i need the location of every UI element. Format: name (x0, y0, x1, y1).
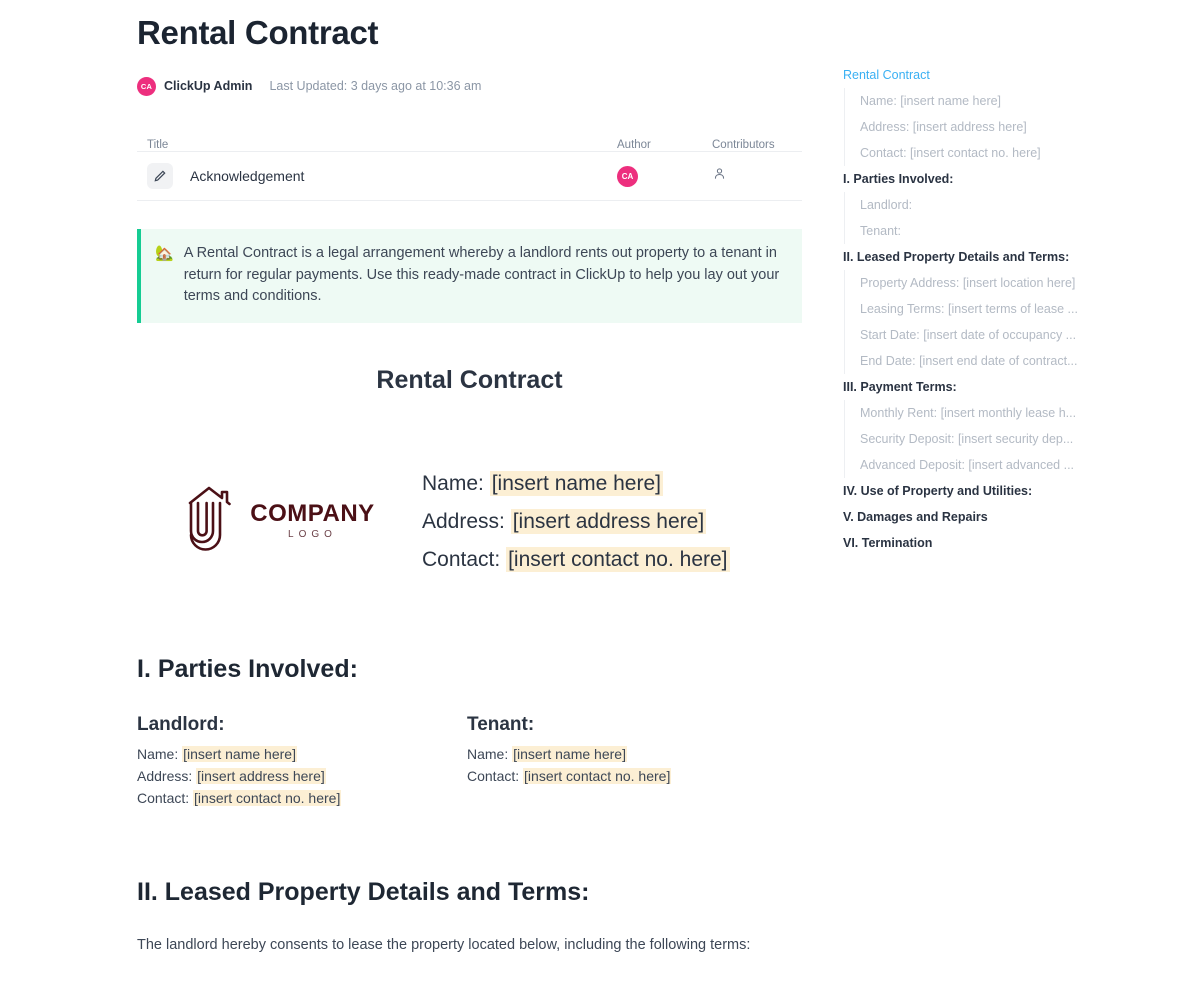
tenant-name-value[interactable]: [insert name here] (512, 745, 627, 762)
outline-item[interactable]: Name: [insert name here] (844, 88, 1093, 114)
outline-item[interactable]: Monthly Rent: [insert monthly lease h... (844, 400, 1093, 426)
outline-item[interactable]: End Date: [insert end date of contract..… (844, 348, 1093, 374)
outline-item[interactable]: II. Leased Property Details and Terms: (843, 244, 1093, 270)
letterhead-address-label: Address: (422, 509, 505, 533)
section-2-paragraph: The landlord hereby consents to lease th… (137, 936, 751, 953)
author-name: ClickUp Admin (164, 79, 253, 93)
letterhead-name-label: Name: (422, 471, 484, 495)
column-header-title[interactable]: Title (137, 139, 617, 151)
letterhead-name-line: Name: [insert name here] (422, 470, 730, 496)
cell-title[interactable]: Acknowledgement (137, 163, 617, 189)
landlord-address-line: Address: [insert address here] (137, 765, 467, 787)
outline-item[interactable]: Security Deposit: [insert security dep..… (844, 426, 1093, 452)
outline-item[interactable]: V. Damages and Repairs (843, 504, 1093, 530)
table-header-row: Title Author Contributors (137, 126, 802, 152)
pencil-icon (147, 163, 173, 189)
tenant-name-label: Name: (467, 745, 509, 762)
letterhead-contact-line: Contact: [insert contact no. here] (422, 546, 730, 572)
outline-item[interactable]: III. Payment Terms: (843, 374, 1093, 400)
author-avatar[interactable]: CA (617, 165, 638, 187)
tenant-contact-label: Contact: (467, 767, 520, 784)
letterhead-address-value[interactable]: [insert address here] (510, 508, 707, 534)
landlord-contact-value[interactable]: [insert contact no. here] (193, 789, 342, 806)
tenant-title: Tenant: (467, 713, 535, 735)
section-1-heading: I. Parties Involved: (137, 654, 358, 683)
document-outline: Rental Contract Name: [insert name here] A… (843, 62, 1093, 556)
table-row[interactable]: Acknowledgement CA (137, 152, 802, 201)
house-clip-logo-icon (184, 483, 236, 558)
outline-item[interactable]: Contact: [insert contact no. here] (844, 140, 1093, 166)
landlord-block: Landlord: Name: [insert name here] Addre… (137, 714, 467, 809)
outline-item[interactable]: I. Parties Involved: (843, 166, 1093, 192)
outline-item[interactable]: Rental Contract (843, 62, 1093, 88)
document-body: Rental Contract CA ClickUp Admin Last Up… (137, 0, 802, 953)
cell-author[interactable]: CA (617, 165, 712, 187)
logo-subtitle: LOGO (288, 529, 337, 540)
letterhead-contact-label: Contact: (422, 547, 501, 571)
letterhead-contact: Name: [insert name here] Address: [inser… (422, 470, 730, 572)
outline-item[interactable]: IV. Use of Property and Utilities: (843, 478, 1093, 504)
column-header-author[interactable]: Author (617, 139, 712, 151)
outline-item[interactable]: VI. Termination (843, 530, 1093, 556)
outline-item[interactable]: Landlord: (844, 192, 1093, 218)
tenant-contact-value[interactable]: [insert contact no. here] (523, 767, 672, 784)
document-meta: CA ClickUp Admin Last Updated: 3 days ag… (137, 75, 802, 97)
landlord-address-value[interactable]: [insert address here] (196, 767, 326, 784)
letterhead-contact-value[interactable]: [insert contact no. here] (506, 546, 730, 572)
landlord-name-label: Name: (137, 745, 179, 762)
landlord-address-label: Address: (137, 767, 193, 784)
tenant-contact-line: Contact: [insert contact no. here] (467, 765, 797, 787)
landlord-title: Landlord: (137, 713, 225, 735)
landlord-name-value[interactable]: [insert name here] (182, 745, 297, 762)
outline-item[interactable]: Property Address: [insert location here] (844, 270, 1093, 296)
house-icon: 🏡 (155, 245, 174, 262)
subpages-table: Title Author Contributors Acknowledgemen… (137, 126, 802, 201)
contract-heading: Rental Contract (376, 365, 563, 394)
outline-item[interactable]: Tenant: (844, 218, 1093, 244)
outline-item[interactable]: Start Date: [insert date of occupancy ..… (844, 322, 1093, 348)
parties-columns: Landlord: Name: [insert name here] Addre… (137, 714, 802, 809)
document-page: Rental Contract CA ClickUp Admin Last Up… (0, 0, 1200, 996)
landlord-contact-label: Contact: (137, 789, 190, 806)
outline-item[interactable]: Leasing Terms: [insert terms of lease ..… (844, 296, 1093, 322)
letterhead-address-line: Address: [insert address here] (422, 508, 730, 534)
page-title: Rental Contract (137, 14, 379, 51)
row-title-label: Acknowledgement (190, 168, 305, 184)
landlord-contact-line: Contact: [insert contact no. here] (137, 787, 467, 809)
letterhead: COMPANY LOGO Name: [insert name here] Ad… (137, 456, 802, 586)
last-updated: Last Updated: 3 days ago at 10:36 am (269, 79, 482, 93)
tenant-name-line: Name: [insert name here] (467, 743, 797, 765)
cell-contributors[interactable] (712, 166, 802, 186)
info-callout: 🏡 A Rental Contract is a legal arrangeme… (137, 229, 802, 323)
letterhead-name-value[interactable]: [insert name here] (489, 470, 663, 496)
outline-item[interactable]: Advanced Deposit: [insert advanced ... (844, 452, 1093, 478)
tenant-block: Tenant: Name: [insert name here] Contact… (467, 714, 797, 809)
section-2-heading: II. Leased Property Details and Terms: (137, 877, 590, 906)
avatar[interactable]: CA (137, 76, 156, 96)
person-icon[interactable] (712, 166, 727, 186)
logo-company-name: COMPANY (250, 500, 375, 527)
column-header-contributors[interactable]: Contributors (712, 139, 802, 151)
outline-item[interactable]: Address: [insert address here] (844, 114, 1093, 140)
landlord-name-line: Name: [insert name here] (137, 743, 467, 765)
company-logo: COMPANY LOGO (137, 483, 422, 558)
callout-text: A Rental Contract is a legal arrangement… (183, 245, 780, 304)
